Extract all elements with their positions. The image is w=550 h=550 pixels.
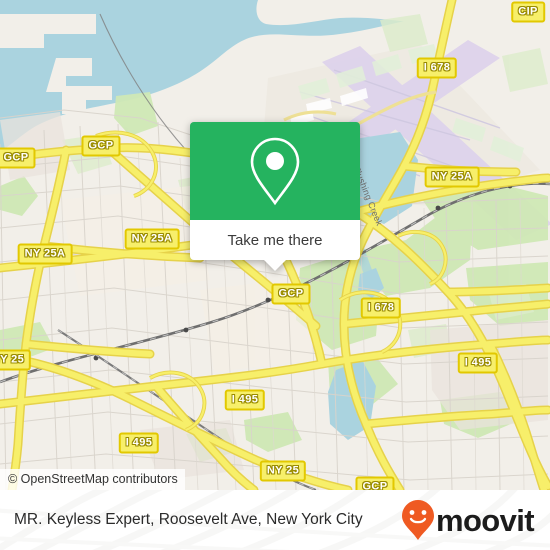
- road-shield: NY 25: [259, 460, 307, 482]
- road-shield: CIP: [511, 1, 545, 23]
- location-popup-card[interactable]: Take me there: [190, 122, 360, 271]
- osm-attribution[interactable]: © OpenStreetMap contributors: [0, 469, 185, 490]
- road-shield: I 495: [457, 352, 499, 374]
- footer-bar: MR. Keyless Expert, Roosevelt Ave, New Y…: [0, 490, 550, 550]
- moovit-smiley-pin-icon: [401, 500, 434, 540]
- moovit-logo[interactable]: moovit: [401, 499, 538, 541]
- road-shield: I 495: [118, 432, 160, 454]
- road-shield: NY 25: [0, 349, 32, 371]
- road-shield: I 678: [416, 57, 458, 79]
- popup-marker-panel: [190, 122, 360, 220]
- map-canvas[interactable]: CIP I 678 GCP GCP NY 25A NY 25A NY 25A G…: [0, 0, 550, 490]
- popup-action-bar[interactable]: Take me there: [190, 220, 360, 271]
- take-me-there-button[interactable]: Take me there: [227, 232, 322, 249]
- popup-pointer: [263, 259, 287, 271]
- road-shield: GCP: [0, 147, 36, 169]
- road-shield: I 495: [224, 389, 266, 411]
- road-shield: NY 25A: [424, 166, 480, 188]
- road-shield: NY 25A: [124, 228, 180, 250]
- map-pin-icon: [250, 137, 300, 206]
- moovit-wordmark: moovit: [435, 502, 535, 538]
- page-title: MR. Keyless Expert, Roosevelt Ave, New Y…: [14, 511, 363, 528]
- road-shield: GCP: [81, 135, 121, 157]
- road-shield: NY 25A: [17, 243, 73, 265]
- road-shield: I 678: [360, 297, 402, 319]
- road-shield: GCP: [271, 283, 311, 305]
- road-shield: GCP: [355, 476, 395, 490]
- map-screenshot: CIP I 678 GCP GCP NY 25A NY 25A NY 25A G…: [0, 0, 550, 550]
